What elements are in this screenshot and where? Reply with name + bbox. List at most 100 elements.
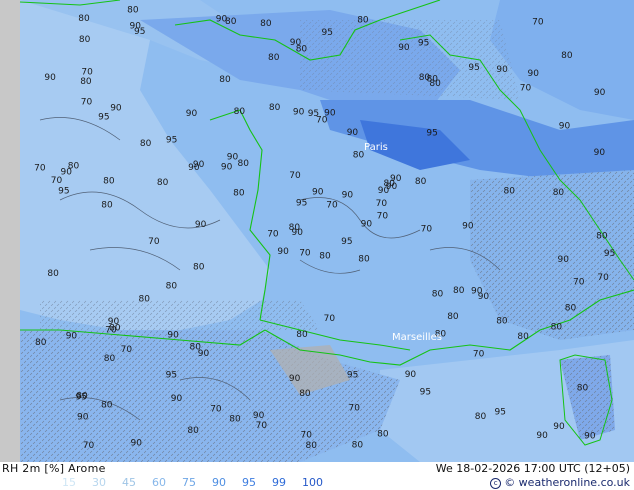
rh-value-label: 90 [290,38,302,48]
rh-value-label: 80 [561,51,573,61]
legend-item-95: 95 [242,476,256,489]
rh-value-label: 95 [58,186,69,196]
rh-value-label: 90 [193,160,205,170]
rh-value-label: 80 [432,290,444,300]
rh-value-label: 70 [210,404,222,414]
rh-value-label: 80 [101,401,113,411]
rh-value-label: 80 [229,414,241,424]
rh-value-label: 95 [604,249,615,259]
rh-value-label: 95 [468,63,479,73]
rh-value-label: 95 [426,129,437,139]
rh-value-label: 90 [347,128,359,138]
rh-value-label: 80 [193,263,205,273]
rh-value-label: 95 [166,370,177,380]
rh-value-label: 80 [260,19,272,29]
rh-value-label: 70 [349,404,361,414]
rh-value-label: 80 [565,303,577,313]
rh-value-label: 80 [299,389,311,399]
globe-icon: c [490,478,502,489]
rh-value-label: 80 [517,332,529,342]
rh-value-label: 70 [148,237,160,247]
map-svg: 8095908090909590809095908090909590908070… [0,0,634,462]
rh-value-label: 80 [140,139,152,149]
legend-item-75: 75 [182,476,196,489]
rh-value-label: 90 [227,153,239,163]
rh-value-label: 95 [418,39,429,49]
rh-value-label: 70 [121,345,133,355]
rh-value-label: 90 [289,374,301,384]
legend-item-15: 15 [62,476,76,489]
rh-value-label: 95 [98,112,109,122]
rh-value-label: 70 [81,98,93,108]
rh-value-label: 70 [597,273,609,283]
rh-value-label: 80 [187,426,199,436]
rh-value-label: 80 [353,150,365,160]
rh-value-label: 90 [361,219,373,229]
rh-value-label: 90 [130,22,142,32]
rh-value-label: 80 [79,35,91,45]
rh-value-label: 70 [532,18,544,28]
rh-value-label: 90 [559,121,571,131]
rh-value-label: 80 [80,77,92,87]
rh-value-label: 90 [110,104,122,114]
rh-value-label: 70 [421,225,433,235]
pyrenees-terrain [40,300,320,330]
rh-value-label: 80 [225,17,237,27]
rh-value-label: 90 [398,43,410,53]
footer-row-bottom: 15 30 45 60 75 90 95 99 100 c © weatheronline.co.… [0,476,634,490]
rh-value-label: 90 [186,109,198,119]
rh-value-label: 70 [83,441,95,451]
city-label-paris: Paris [364,142,388,153]
rh-value-label: 90 [584,432,596,442]
rh-value-label: 90 [108,317,120,327]
rh-value-label: 80 [551,323,563,333]
rh-value-label: 70 [81,67,93,77]
site-credit[interactable]: c © weatheronline.co.uk [490,476,630,490]
rh-value-label: 90 [594,88,606,98]
rh-value-label: 80 [447,312,459,322]
rh-value-label: 90 [553,422,565,432]
rh-value-label: 90 [594,148,606,158]
rh-value-label: 70 [34,163,46,173]
footer: RH 2m [%] Arome We 18-02-2026 17:00 UTC … [0,462,634,490]
rh-value-label: 90 [195,220,207,230]
legend-item-60: 60 [152,476,166,489]
rh-value-label: 95 [495,408,506,418]
rh-value-label: 80 [504,186,516,196]
rh-value-label: 90 [496,65,508,75]
rh-value-label: 80 [101,201,113,211]
rh-value-label: 90 [528,69,540,79]
rh-value-label: 70 [256,421,268,431]
legend-item-90: 90 [212,476,226,489]
rh-value-label: 95 [347,371,358,381]
rh-value-label: 80 [190,342,202,352]
rh-value-label: 80 [475,412,487,422]
rh-value-label: 90 [293,107,305,117]
rh-value-label: 70 [324,314,336,324]
rh-value-label: 80 [429,79,441,89]
rh-value-label: 70 [316,115,328,125]
rh-value-label: 80 [47,269,59,279]
map-title: RH 2m [%] Arome [2,462,106,475]
rh-value-label: 80 [139,294,151,304]
rh-value-label: 70 [267,229,279,239]
legend-item-45: 45 [122,476,136,489]
rh-value-label: 70 [473,349,485,359]
rh-value-label: 70 [299,249,311,259]
rh-value-label: 90 [221,162,233,172]
rh-value-label: 80 [306,441,318,451]
rh-value-label: 80 [35,338,47,348]
rh-value-label: 90 [167,331,179,341]
rh-value-label: 95 [322,28,333,38]
rh-value-label: 80 [352,441,364,451]
rh-value-label: 80 [319,252,331,262]
rh-value-label: 90 [471,287,483,297]
rh-value-label: 80 [289,223,301,233]
legend-item-30: 30 [92,476,106,489]
footer-row-top: RH 2m [%] Arome We 18-02-2026 17:00 UTC … [0,462,634,476]
rh-value-label: 90 [171,394,183,404]
rh-value-label: 90 [277,247,289,257]
rh-value-label: 80 [157,178,169,188]
rh-value-label: 80 [357,16,369,26]
weather-map: 80 95 90 80 90 90 95 90 80 90 95 90 80 90 90 95 90 90 80 70… [0,0,634,462]
